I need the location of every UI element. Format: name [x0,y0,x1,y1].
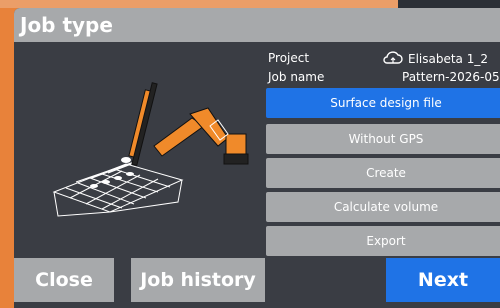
machine-preview [14,42,261,272]
drill-rig-illustration [52,82,249,217]
export-button[interactable]: Export [266,226,500,256]
create-button[interactable]: Create [266,158,500,188]
close-button[interactable]: Close [14,258,114,302]
without-gps-button[interactable]: Without GPS [266,124,500,154]
project-label: Project [268,51,310,65]
project-value-wrap: Elisabeta 1_2 [382,51,488,67]
next-button[interactable]: Next [386,258,500,302]
project-value: Elisabeta 1_2 [408,52,488,66]
jobname-value: Pattern-2026-05-11- [402,70,500,84]
dialog-title: Job type [20,13,113,37]
background-strip [0,0,398,8]
cloud-sync-icon [383,51,403,64]
job-history-button[interactable]: Job history [131,258,265,302]
project-row: Project Elisabeta 1_2 [268,51,500,67]
jobname-label: Job name [268,70,325,84]
surface-design-file-button[interactable]: Surface design file [266,88,500,118]
jobname-row: Job name Pattern-2026-05-11- [268,70,500,86]
calculate-volume-button[interactable]: Calculate volume [266,192,500,222]
dialog-titlebar: Job type [14,8,500,42]
